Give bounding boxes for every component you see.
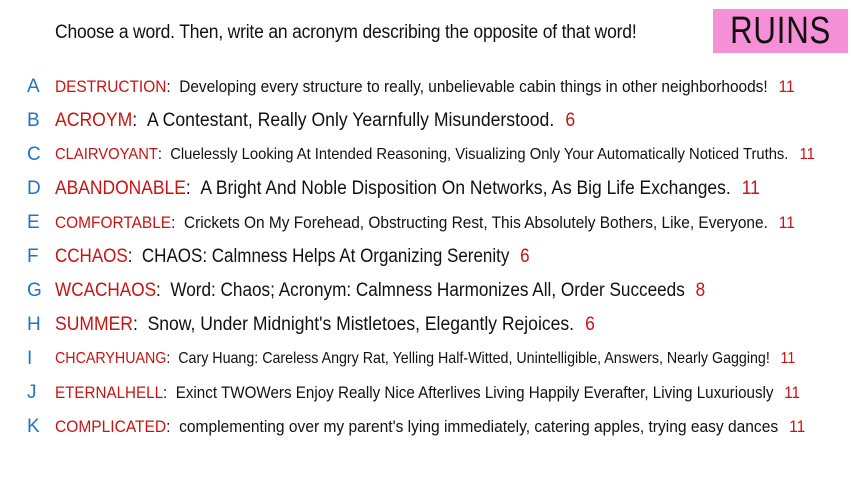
entry-count: 11 <box>778 213 795 232</box>
entry-count: 11 <box>741 178 760 199</box>
badge-label: RUINS <box>729 9 832 52</box>
entry-word: ACROYM <box>55 110 133 131</box>
entry-line: SUMMER: Snow, Under Midnight's Mistletoe… <box>55 314 595 336</box>
entry-line: COMFORTABLE: Crickets On My Forehead, Ob… <box>55 213 795 233</box>
entry-acronym: Cary Huang: Careless Angry Rat, Yelling … <box>178 350 770 367</box>
entry-colon: : <box>163 383 176 402</box>
entry-colon: : <box>166 350 179 367</box>
entry-word: COMFORTABLE <box>55 213 172 232</box>
entry-colon: : <box>132 314 148 335</box>
entry-letter: K <box>27 416 40 437</box>
entry-line: DESTRUCTION: Developing every structure … <box>55 77 795 97</box>
entry-acronym: CHAOS: Calmness Helps At Organizing Sere… <box>141 246 510 267</box>
entry-letter: I <box>27 348 33 369</box>
entry-acronym: A Contestant, Really Only Yearnfully Mis… <box>146 110 555 131</box>
entry-count: 6 <box>520 246 530 267</box>
entry-word: CLAIRVOYANT <box>55 146 158 163</box>
entry-line: CLAIRVOYANT: Cluelessly Looking At Inten… <box>55 146 815 164</box>
prompt-text: Choose a word. Then, write an acronym de… <box>55 22 637 43</box>
entry-letter: F <box>27 246 39 267</box>
entry-colon: : <box>185 178 201 199</box>
entry-letter: B <box>27 110 40 131</box>
entry-letter: A <box>27 76 40 97</box>
entry-colon: : <box>127 246 142 267</box>
ruins-badge: RUINS <box>713 9 848 53</box>
entry-word: ETERNALHELL <box>55 383 164 402</box>
entry-count: 11 <box>780 350 796 367</box>
entry-acronym: Word: Chaos; Acronym: Calmness Harmonize… <box>170 280 685 301</box>
entry-acronym: Developing every structure to really, un… <box>179 77 768 96</box>
entry-colon: : <box>132 110 147 131</box>
entry-line: COMPLICATED: complementing over my paren… <box>55 417 805 437</box>
entry-letter: C <box>27 144 41 165</box>
entry-count: 8 <box>695 280 706 301</box>
entry-line: ETERNALHELL: Exinct TWOWers Enjoy Really… <box>55 383 800 403</box>
entry-count: 6 <box>565 110 576 131</box>
entry-word: DESTRUCTION <box>55 77 167 96</box>
entry-acronym: Snow, Under Midnight's Mistletoes, Elega… <box>147 314 575 335</box>
entry-count: 6 <box>585 314 595 335</box>
entry-letter: G <box>27 280 42 301</box>
entry-acronym: A Bright And Noble Disposition On Networ… <box>200 178 731 199</box>
entry-line: CCHAOS: CHAOS: Calmness Helps At Organiz… <box>55 246 530 268</box>
entry-line: ACROYM: A Contestant, Really Only Yearnf… <box>55 110 575 132</box>
entry-colon: : <box>156 280 171 301</box>
entry-colon: : <box>171 213 184 232</box>
entry-word: CHCARYHUANG <box>55 350 167 367</box>
entry-count: 11 <box>789 417 806 436</box>
entry-line: ABANDONABLE: A Bright And Noble Disposit… <box>55 178 760 200</box>
entry-letter: D <box>27 178 41 199</box>
entry-line: CHCARYHUANG: Cary Huang: Careless Angry … <box>55 350 795 368</box>
entry-acronym: Crickets On My Forehead, Obstructing Res… <box>183 213 768 232</box>
entry-letter: E <box>27 212 40 233</box>
entry-colon: : <box>157 146 171 163</box>
entry-letter: H <box>27 314 41 335</box>
entry-count: 11 <box>784 383 801 402</box>
entry-acronym: Cluelessly Looking At Intended Reasoning… <box>170 146 789 163</box>
entry-line: WCACHAOS: Word: Chaos; Acronym: Calmness… <box>55 280 705 302</box>
entry-colon: : <box>166 77 180 96</box>
entry-word: CCHAOS <box>55 246 128 267</box>
entry-word: COMPLICATED <box>55 417 167 436</box>
entry-count: 11 <box>778 77 795 96</box>
entry-acronym: Exinct TWOWers Enjoy Really Nice Afterli… <box>175 383 774 402</box>
entry-word: WCACHAOS <box>55 280 157 301</box>
entry-word: SUMMER <box>55 314 133 335</box>
entry-word: ABANDONABLE <box>55 178 186 199</box>
entry-colon: : <box>166 417 180 436</box>
entry-acronym: complementing over my parent's lying imm… <box>179 417 779 436</box>
entry-letter: J <box>27 382 37 403</box>
entry-count: 11 <box>799 146 815 163</box>
